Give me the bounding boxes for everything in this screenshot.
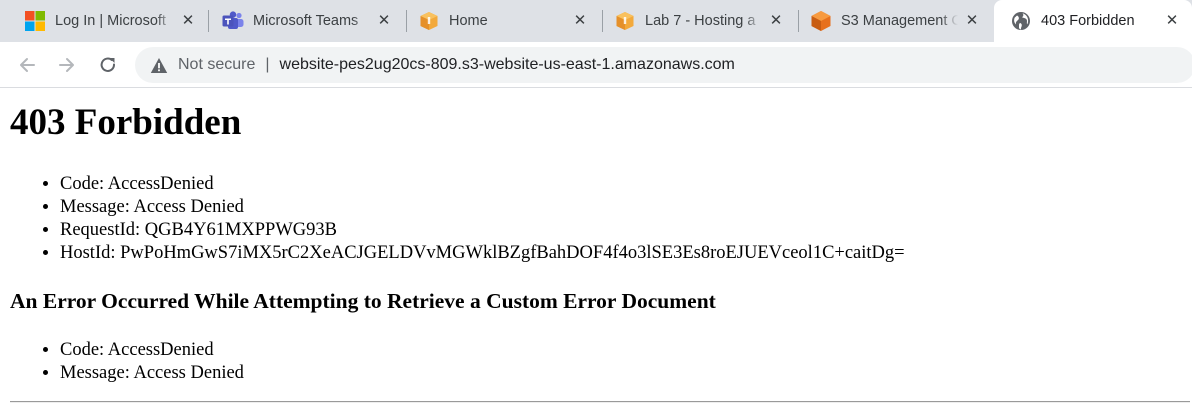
microsoft-teams-icon — [222, 10, 244, 32]
tab-home[interactable]: Home ✕ — [402, 0, 600, 42]
tab-title: S3 Management C — [841, 13, 958, 29]
custom-error-details-list: Code: AccessDenied Message: Access Denie… — [0, 339, 244, 385]
forward-arrow-icon — [59, 58, 74, 72]
list-item-message: Message: Access Denied — [60, 362, 244, 385]
tab-microsoft-login[interactable]: Log In | Microsoft ✕ — [8, 0, 208, 42]
horizontal-rule — [10, 401, 1190, 403]
tab-microsoft-teams[interactable]: Microsoft Teams ✕ — [206, 0, 404, 42]
page-content: 403 Forbidden Code: AccessDenied Message… — [0, 89, 1192, 409]
tab-close-icon[interactable]: ✕ — [964, 13, 980, 29]
list-item-code: Code: AccessDenied — [60, 339, 244, 362]
tab-close-icon[interactable]: ✕ — [180, 13, 196, 29]
error-details-list: Code: AccessDenied Message: Access Denie… — [0, 173, 905, 265]
tab-strip: Log In | Microsoft ✕ Microsoft Teams ✕ H… — [0, 0, 1192, 42]
tab-403-forbidden[interactable]: 403 Forbidden ✕ — [994, 0, 1192, 42]
tab-title: Home — [449, 13, 488, 29]
tab-close-icon[interactable]: ✕ — [376, 13, 392, 29]
aws-box-icon — [418, 10, 440, 32]
list-item-code: Code: AccessDenied — [60, 173, 905, 196]
browser-toolbar: Not secure | website-pes2ug20cs-809.s3-w… — [0, 42, 1192, 88]
aws-s3-icon — [810, 10, 832, 32]
address-bar[interactable]: Not secure | website-pes2ug20cs-809.s3-w… — [135, 47, 1192, 83]
url-text[interactable]: website-pes2ug20cs-809.s3-website-us-eas… — [280, 56, 735, 74]
tab-s3-management[interactable]: S3 Management C ✕ — [794, 0, 992, 42]
list-item-host-id: HostId: PwPoHmGwS7iMX5rC2XeACJGELDVvMGWk… — [60, 242, 905, 265]
list-item-request-id: RequestId: QGB4Y61MXPPWG93B — [60, 219, 905, 242]
security-status-label[interactable]: Not secure — [178, 56, 255, 74]
tab-title: Log In | Microsoft — [55, 13, 166, 29]
reload-icon — [100, 57, 116, 72]
forward-button[interactable] — [53, 51, 81, 79]
list-item-message: Message: Access Denied — [60, 196, 905, 219]
address-divider: | — [265, 56, 270, 73]
tab-title: Microsoft Teams — [253, 13, 359, 29]
tab-close-icon[interactable]: ✕ — [768, 13, 784, 29]
globe-icon — [1010, 10, 1032, 32]
tab-close-icon[interactable]: ✕ — [1164, 13, 1180, 29]
tab-title: Lab 7 - Hosting a — [645, 13, 756, 29]
tab-title: 403 Forbidden — [1041, 13, 1135, 29]
reload-button[interactable] — [94, 51, 122, 79]
aws-box-icon — [614, 10, 636, 32]
tab-lab7-hosting[interactable]: Lab 7 - Hosting a ✕ — [598, 0, 796, 42]
microsoft-logo-icon — [24, 10, 46, 32]
warning-triangle-icon[interactable] — [150, 56, 168, 74]
back-arrow-icon — [20, 58, 35, 72]
tab-close-icon[interactable]: ✕ — [572, 13, 588, 29]
back-button[interactable] — [13, 51, 41, 79]
custom-error-heading: An Error Occurred While Attempting to Re… — [10, 289, 716, 313]
page-heading: 403 Forbidden — [10, 102, 242, 143]
